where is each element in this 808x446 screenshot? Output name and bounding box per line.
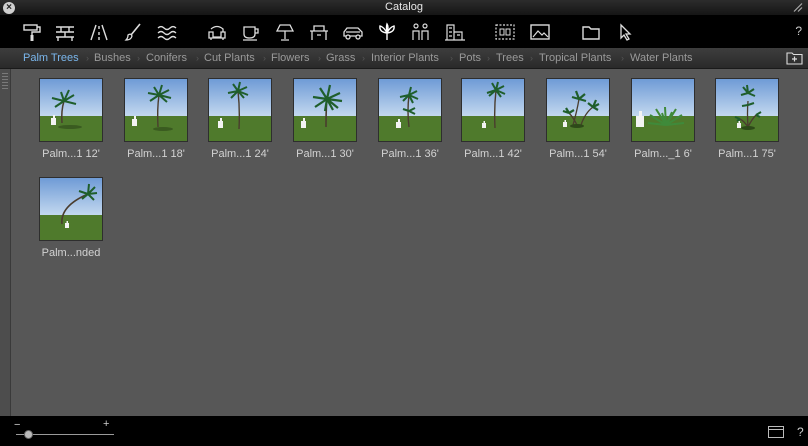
category-toolbar: ? <box>0 16 808 48</box>
category-palm-trees[interactable]: Palm Trees <box>23 52 79 64</box>
item-thumbnail <box>124 78 188 142</box>
item-thumbnail <box>631 78 695 142</box>
category-water-plants[interactable]: Water Plants <box>630 52 693 64</box>
paint-roller-icon[interactable] <box>19 20 45 44</box>
separator: › <box>362 53 365 63</box>
item-thumbnail <box>715 78 779 142</box>
item-thumbnail <box>378 78 442 142</box>
preview-pane-toggle-icon[interactable] <box>768 426 784 438</box>
category-cut-plants[interactable]: Cut Plants <box>204 52 255 64</box>
window-titlebar: × Catalog <box>0 0 808 16</box>
buildings-icon[interactable] <box>442 20 468 44</box>
landscape-brush-icon[interactable] <box>121 20 147 44</box>
separator: › <box>137 53 140 63</box>
zoom-slider-handle[interactable] <box>24 430 33 439</box>
item-label: Palm...1 36' <box>381 148 439 160</box>
item-thumbnail <box>461 78 525 142</box>
category-bushes[interactable]: Bushes <box>94 52 131 64</box>
desk-icon[interactable] <box>306 20 332 44</box>
separator: › <box>318 53 321 63</box>
item-thumbnail <box>39 177 103 241</box>
item-label: Palm..._1 6' <box>634 148 692 160</box>
close-icon[interactable]: × <box>3 2 15 14</box>
plant-icon[interactable] <box>374 20 400 44</box>
item-label: Palm...1 18' <box>127 148 185 160</box>
separator: › <box>263 53 266 63</box>
category-conifers[interactable]: Conifers <box>146 52 187 64</box>
item-thumbnail <box>293 78 357 142</box>
catalog-grid: Palm...1 12' Palm...1 18' Palm...1 24' P… <box>11 69 808 416</box>
panel-grip-handle[interactable] <box>2 73 8 91</box>
item-label: Palm...1 30' <box>296 148 354 160</box>
zoom-in-button[interactable]: + <box>103 418 109 430</box>
lamp-icon[interactable] <box>272 20 298 44</box>
item-label: Palm...1 24' <box>211 148 269 160</box>
separator: › <box>450 53 453 63</box>
subcategory-bar: Palm Trees › Bushes › Conifers › Cut Pla… <box>0 48 808 69</box>
category-pots[interactable]: Pots <box>459 52 481 64</box>
item-label: Palm...1 54' <box>549 148 607 160</box>
road-icon[interactable] <box>86 20 112 44</box>
category-tropical-plants[interactable]: Tropical Plants <box>539 52 611 64</box>
category-trees[interactable]: Trees <box>496 52 524 64</box>
cursor-icon[interactable] <box>612 20 638 44</box>
item-label: Palm...1 75' <box>718 148 776 160</box>
help-button-top[interactable]: ? <box>795 24 802 38</box>
frame-icon[interactable] <box>492 20 518 44</box>
item-label: Palm...1 42' <box>464 148 522 160</box>
car-icon[interactable] <box>340 20 366 44</box>
people-icon[interactable] <box>408 20 434 44</box>
category-flowers[interactable]: Flowers <box>271 52 310 64</box>
image-icon[interactable] <box>527 20 553 44</box>
folder-icon[interactable] <box>578 20 604 44</box>
category-interior-plants[interactable]: Interior Plants <box>371 52 439 64</box>
water-icon[interactable] <box>154 20 180 44</box>
item-label: Palm...1 12' <box>42 148 100 160</box>
left-panel-strip <box>0 69 11 416</box>
brick-wall-icon[interactable] <box>52 20 78 44</box>
item-thumbnail <box>546 78 610 142</box>
help-button-bottom[interactable]: ? <box>797 425 804 439</box>
separator: › <box>196 53 199 63</box>
window-title: Catalog <box>385 1 423 13</box>
item-label: Palm...nded <box>41 247 101 259</box>
item-thumbnail <box>208 78 272 142</box>
resize-icon[interactable] <box>792 1 804 14</box>
category-grass[interactable]: Grass <box>326 52 355 64</box>
item-thumbnail <box>39 78 103 142</box>
add-folder-icon[interactable] <box>786 51 803 65</box>
separator: › <box>487 53 490 63</box>
sofa-icon[interactable] <box>204 20 230 44</box>
cup-icon[interactable] <box>238 20 264 44</box>
separator: › <box>621 53 624 63</box>
separator: › <box>530 53 533 63</box>
separator: › <box>86 53 89 63</box>
footer-bar: − + ? <box>0 416 808 446</box>
zoom-out-button[interactable]: − <box>14 419 20 431</box>
